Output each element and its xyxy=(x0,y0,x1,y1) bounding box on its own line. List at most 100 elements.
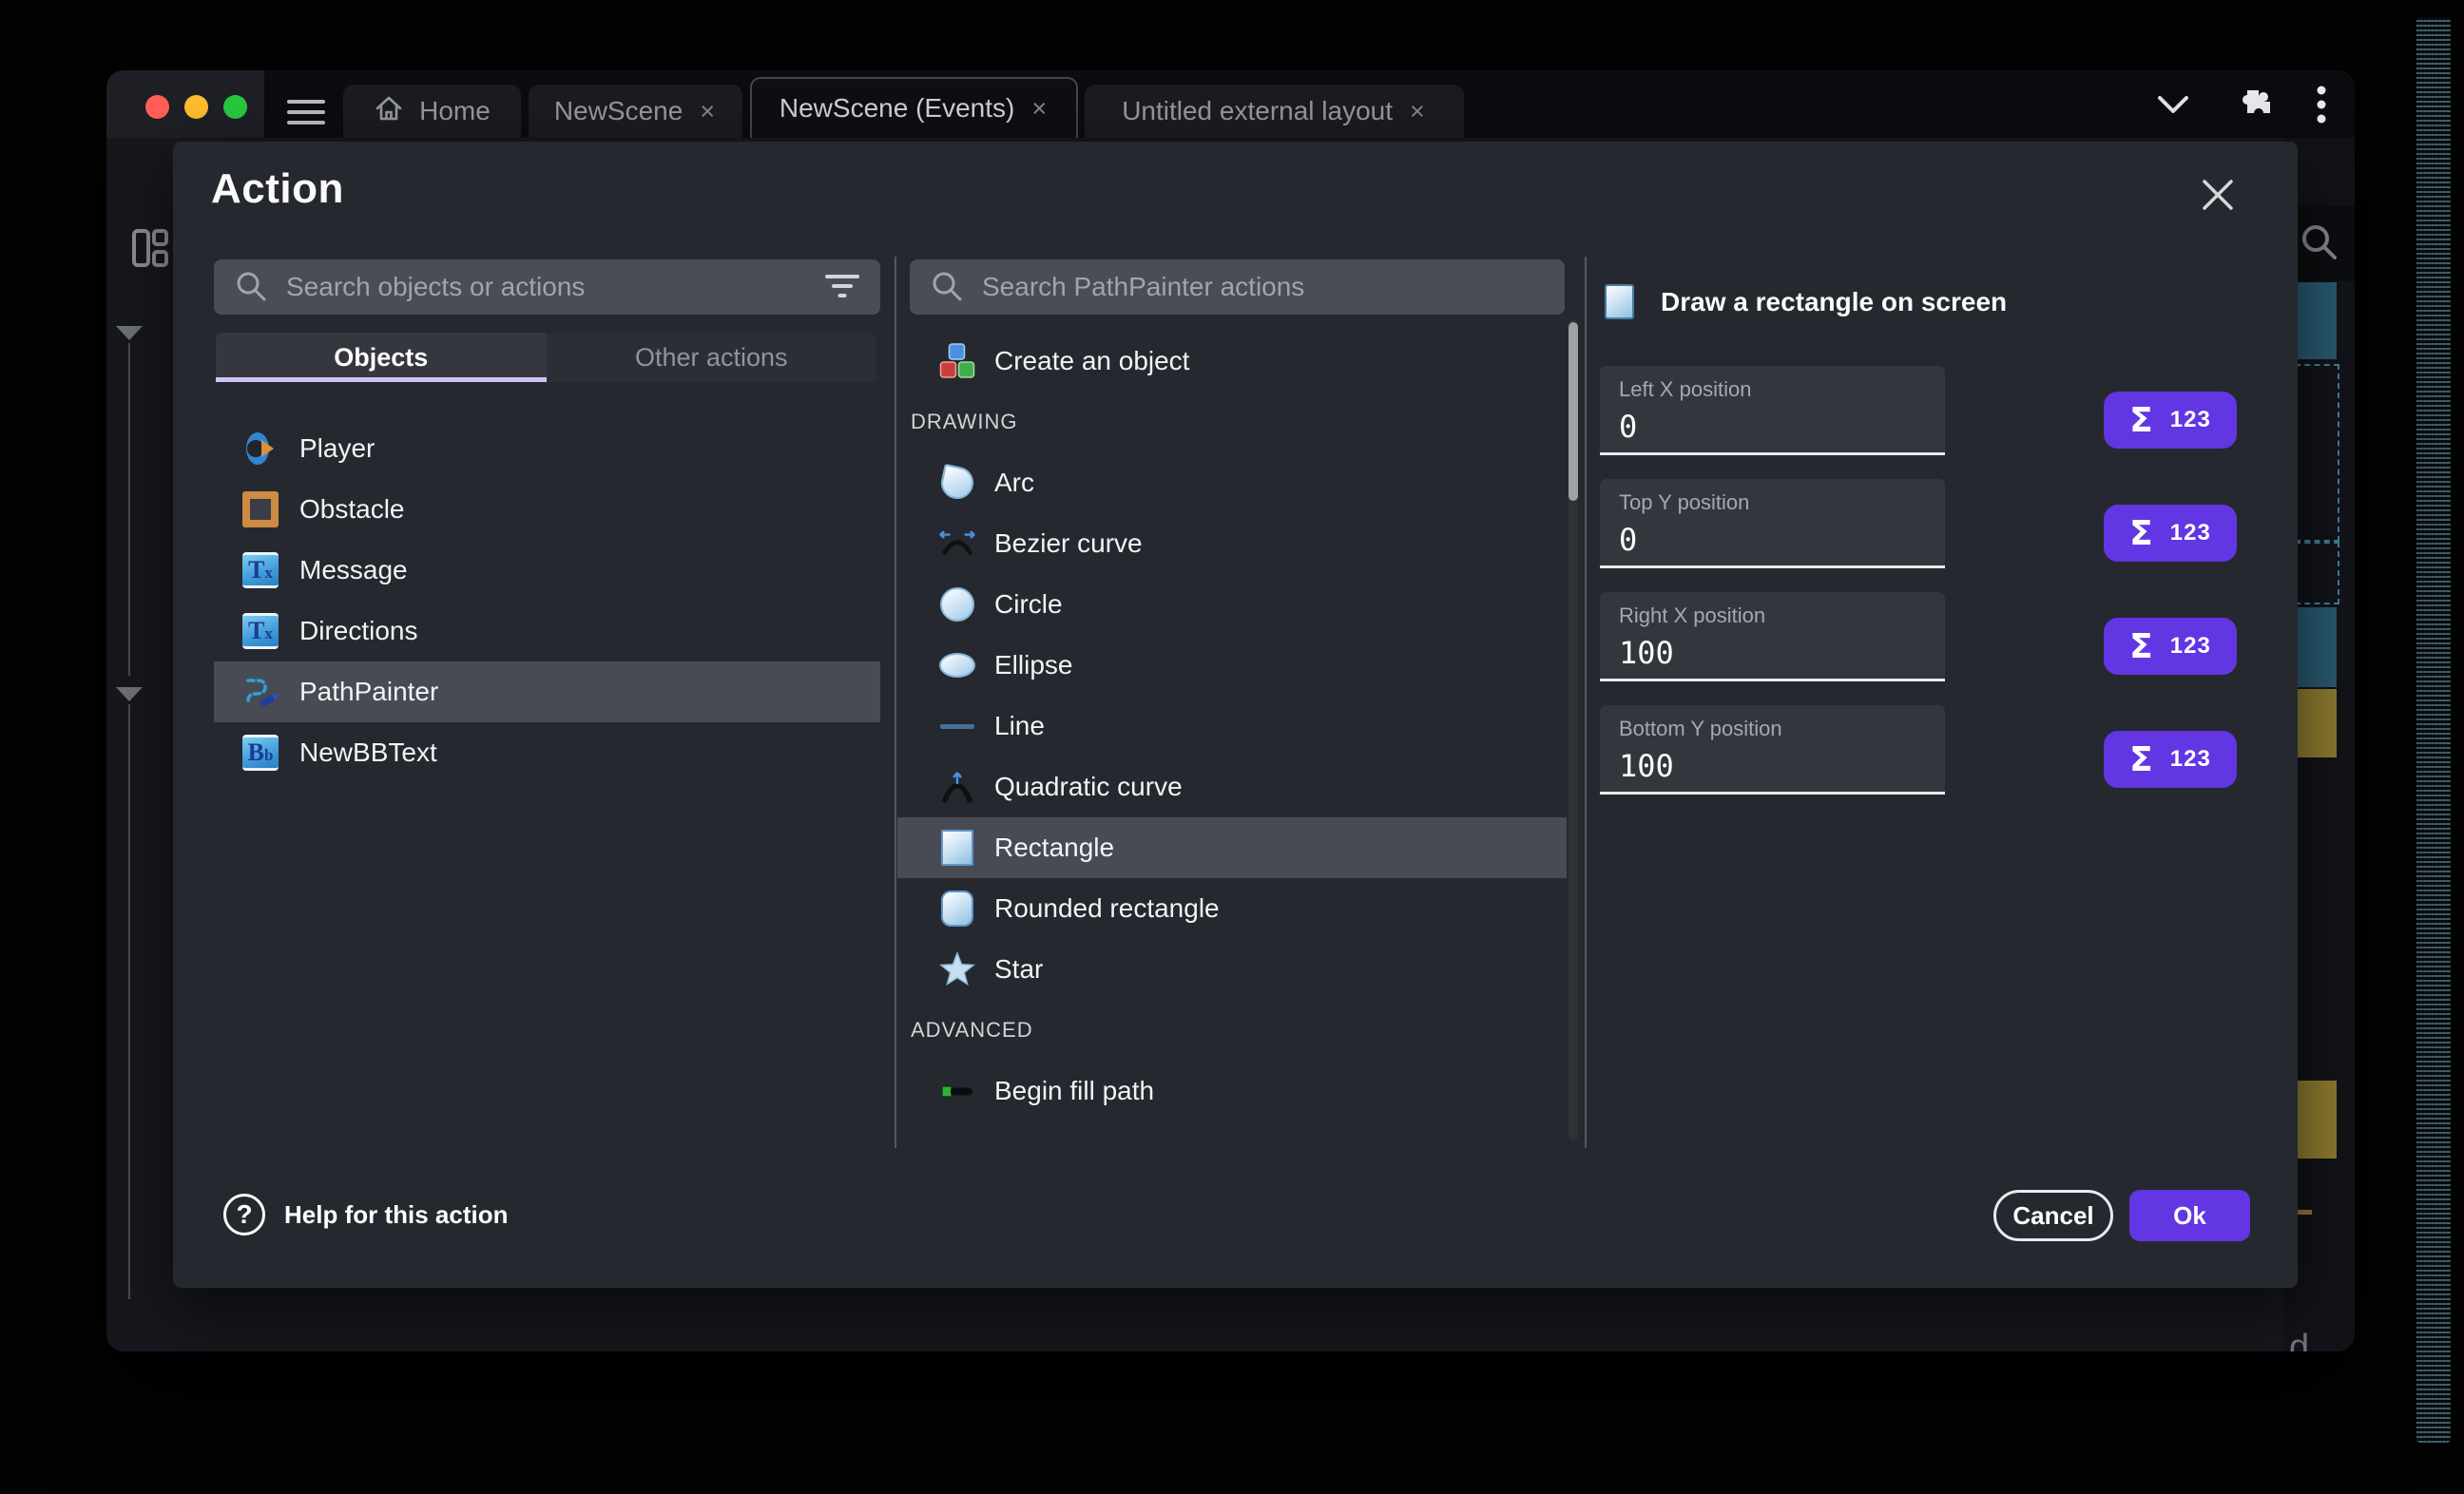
object-label: Directions xyxy=(299,616,417,646)
action-row[interactable]: Bezier curve xyxy=(897,513,1567,574)
ellipse-icon xyxy=(939,647,975,683)
tab-close-icon[interactable]: × xyxy=(698,97,717,126)
scrollbar[interactable] xyxy=(1569,319,1578,1140)
tab-newscene-events-[interactable]: NewScene (Events) × xyxy=(750,77,1078,138)
object-row[interactable]: TxMessage xyxy=(214,540,880,601)
bezier-curve-icon xyxy=(939,526,975,562)
objects-tab-bar: Objects Other actions xyxy=(216,333,876,382)
parameter-row: Right X position100 Σ123 xyxy=(1600,592,2246,681)
arc-icon xyxy=(939,465,975,501)
field-value[interactable]: 100 xyxy=(1619,748,1945,784)
event-collapse-arrow[interactable] xyxy=(116,687,143,701)
rectangle-action-icon xyxy=(1605,284,1634,319)
window-minimize-button[interactable] xyxy=(184,95,208,119)
section-label: ADVANCED xyxy=(911,1018,1033,1043)
expression-editor-button[interactable]: Σ123 xyxy=(2104,618,2237,675)
rounded-rectangle-icon xyxy=(939,891,975,927)
window-close-button[interactable] xyxy=(145,95,169,119)
parameter-field[interactable]: Left X position 0 xyxy=(1600,366,1945,455)
action-row[interactable]: Rectangle xyxy=(897,817,1567,878)
object-row[interactable]: Obstacle xyxy=(214,479,880,540)
search-icon xyxy=(931,271,963,303)
scrollbar-thumb[interactable] xyxy=(1569,322,1578,501)
section-header: DRAWING xyxy=(897,392,1567,452)
extensions-puzzle-icon[interactable] xyxy=(2233,85,2273,124)
tab-close-icon[interactable]: × xyxy=(1408,97,1427,126)
expression-editor-button[interactable]: Σ123 xyxy=(2104,392,2237,449)
filter-icon[interactable] xyxy=(825,275,859,299)
object-row[interactable]: Player xyxy=(214,418,880,479)
object-row[interactable]: PathPainter xyxy=(214,661,880,722)
action-label: Rounded rectangle xyxy=(994,893,1220,924)
object-label: NewBBText xyxy=(299,737,437,768)
column-divider xyxy=(895,257,896,1148)
actions-list: Create an objectDRAWINGArcBezier curveCi… xyxy=(897,331,1567,1142)
objects-search-input[interactable] xyxy=(286,272,806,302)
action-row[interactable]: Line xyxy=(897,696,1567,757)
panel-layout-icon[interactable] xyxy=(132,229,168,267)
pathpainter-icon xyxy=(242,674,279,710)
app-window: HomeNewScene×NewScene (Events)×Untitled … xyxy=(106,70,2355,1351)
action-label: Ellipse xyxy=(994,650,1072,680)
help-label: Help for this action xyxy=(284,1200,508,1230)
tab-close-icon[interactable]: × xyxy=(1030,94,1049,124)
ok-button[interactable]: Ok xyxy=(2129,1190,2250,1241)
player-icon xyxy=(242,431,279,467)
create-object-icon xyxy=(939,343,975,379)
window-zoom-button[interactable] xyxy=(223,95,247,119)
clipped-event-text: d... xyxy=(2289,1328,2347,1351)
action-row[interactable]: Arc xyxy=(897,452,1567,513)
action-label: Quadratic curve xyxy=(994,772,1183,802)
tab-newscene[interactable]: NewScene× xyxy=(529,85,742,138)
dialog-title: Action xyxy=(211,165,344,213)
help-icon: ? xyxy=(223,1194,265,1235)
action-row[interactable]: Begin fill path xyxy=(897,1061,1567,1121)
action-row[interactable]: Star xyxy=(897,939,1567,1000)
help-button[interactable]: ? Help for this action xyxy=(223,1194,508,1235)
event-collapse-arrow[interactable] xyxy=(116,326,143,340)
event-tree-line xyxy=(128,343,130,676)
parameter-field[interactable]: Right X position100 xyxy=(1600,592,1945,681)
event-block xyxy=(2295,282,2337,359)
kebab-menu-icon[interactable] xyxy=(2317,86,2326,124)
line-icon xyxy=(939,708,975,744)
tab-untitled-external-layout[interactable]: Untitled external layout× xyxy=(1085,85,1464,138)
tab-label: NewScene (Events) xyxy=(780,93,1014,124)
actions-search-input[interactable] xyxy=(982,272,1544,302)
action-label: Rectangle xyxy=(994,833,1114,863)
text-object-icon: Tx xyxy=(242,552,279,588)
tab-home[interactable]: Home xyxy=(343,85,521,138)
field-value[interactable]: 0 xyxy=(1619,409,1945,445)
rectangle-icon xyxy=(939,830,975,866)
action-row[interactable]: Circle xyxy=(897,574,1567,635)
numbers-label: 123 xyxy=(2170,407,2211,433)
expression-editor-button[interactable]: Σ123 xyxy=(2104,505,2237,562)
action-row[interactable] xyxy=(897,1121,1567,1142)
expression-editor-button[interactable]: Σ123 xyxy=(2104,731,2237,788)
field-value[interactable]: 100 xyxy=(1619,635,1945,671)
object-label: Obstacle xyxy=(299,494,405,525)
search-icon[interactable] xyxy=(2299,222,2339,262)
parameter-field[interactable]: Top Y position0 xyxy=(1600,479,1945,568)
cancel-button[interactable]: Cancel xyxy=(1993,1190,2113,1241)
numbers-label: 123 xyxy=(2170,746,2211,773)
event-block xyxy=(2295,607,2337,687)
close-icon[interactable] xyxy=(2201,178,2235,212)
object-row[interactable]: BbNewBBText xyxy=(214,722,880,783)
parameter-field[interactable]: Bottom Y position100 xyxy=(1600,705,1945,795)
field-value[interactable]: 0 xyxy=(1619,522,1945,558)
action-row[interactable]: Rounded rectangle xyxy=(897,878,1567,939)
action-row[interactable]: Quadratic curve xyxy=(897,757,1567,817)
field-label: Left X position xyxy=(1619,377,1945,402)
hamburger-menu-icon[interactable] xyxy=(287,100,325,126)
action-label: Begin fill path xyxy=(994,1076,1154,1106)
tab-other-actions[interactable]: Other actions xyxy=(547,333,877,382)
chevron-down-icon[interactable] xyxy=(2157,94,2189,115)
tab-objects[interactable]: Objects xyxy=(216,333,547,382)
star-icon xyxy=(939,951,975,987)
action-row[interactable]: Ellipse xyxy=(897,635,1567,696)
action-row[interactable]: Create an object xyxy=(897,331,1567,392)
tab-label: Objects xyxy=(334,343,428,373)
wallpaper-sliver xyxy=(2416,17,2451,1443)
object-row[interactable]: TxDirections xyxy=(214,601,880,661)
